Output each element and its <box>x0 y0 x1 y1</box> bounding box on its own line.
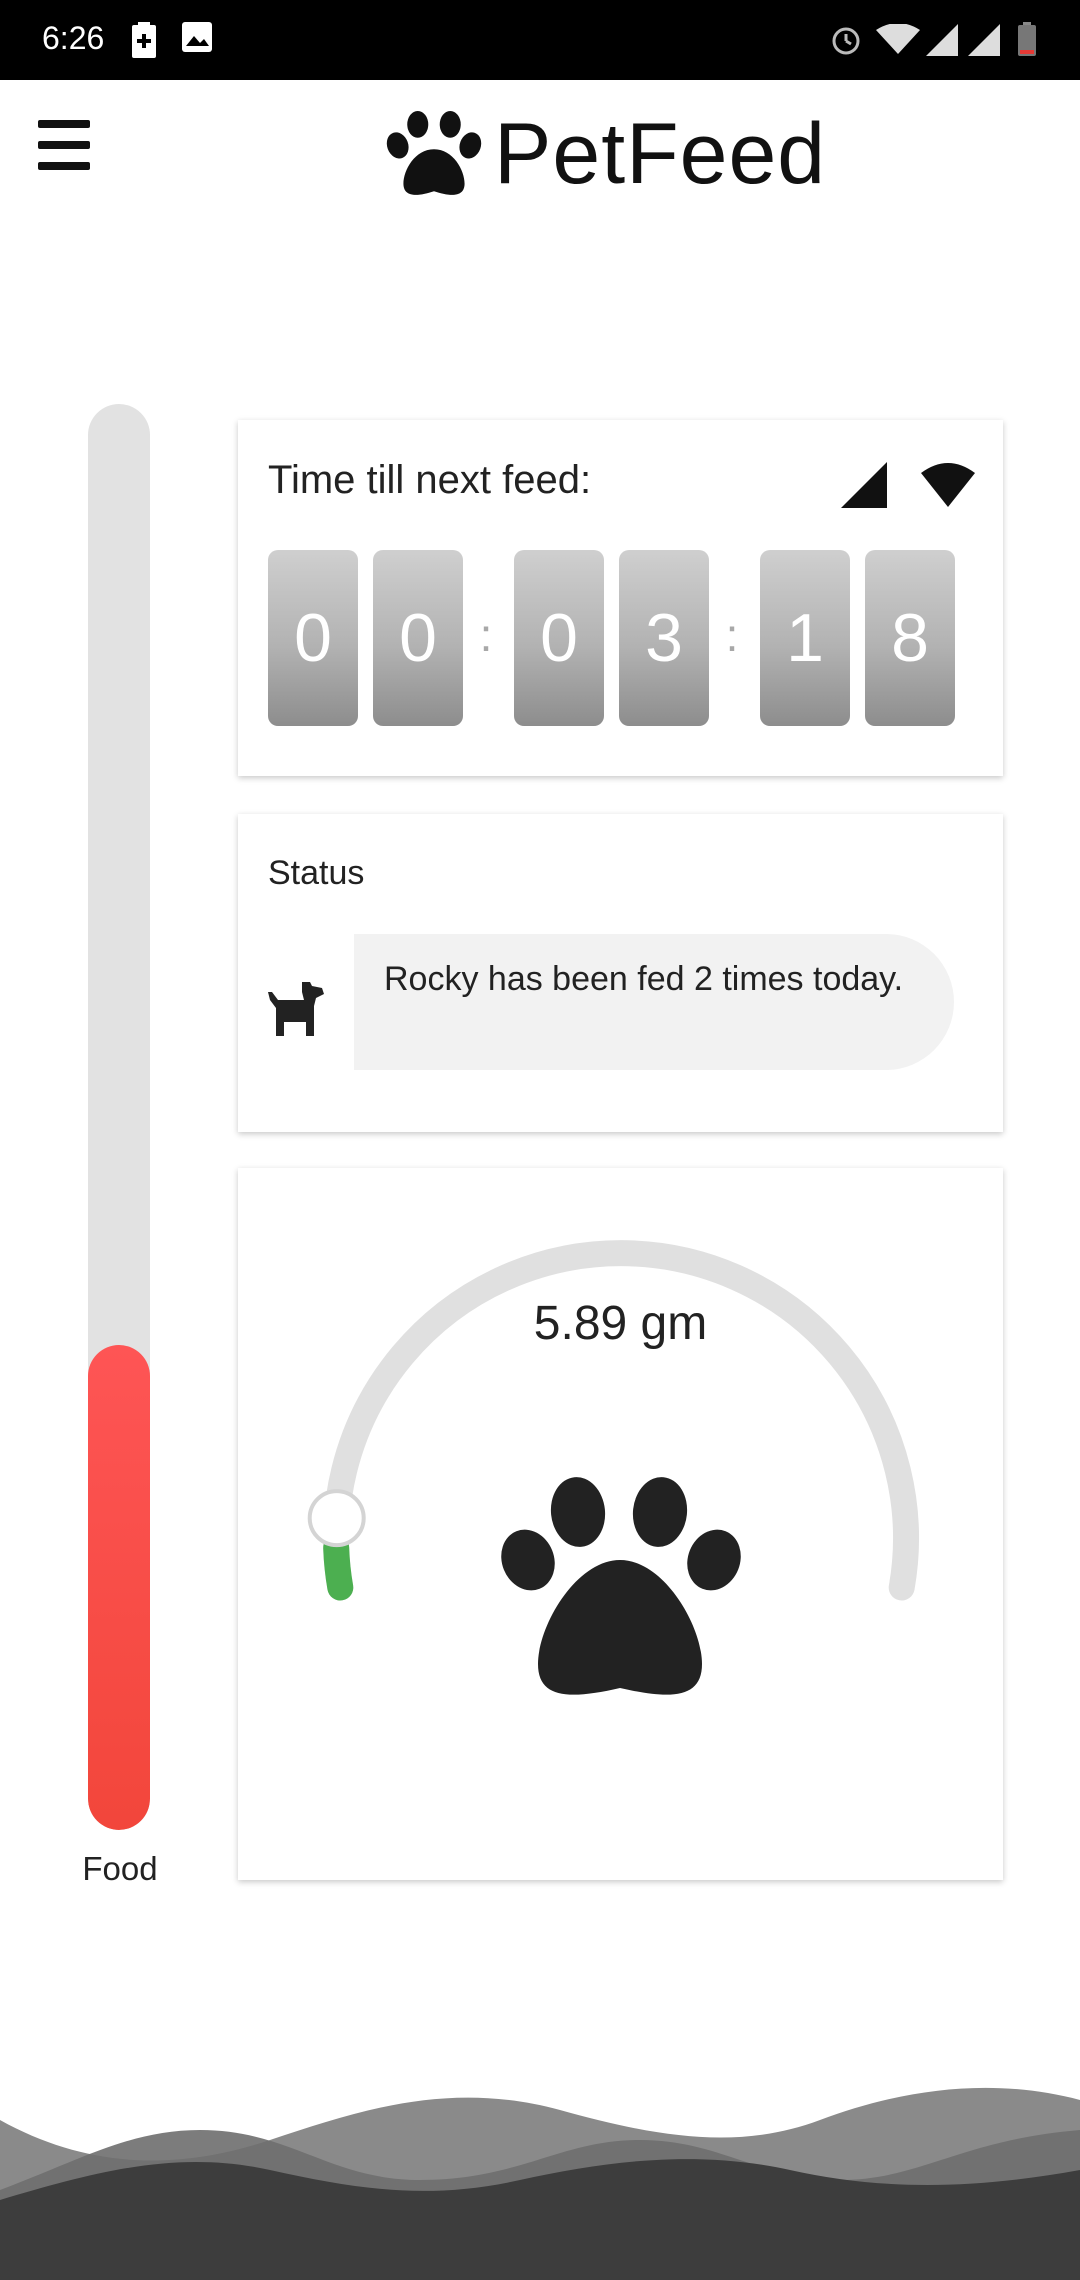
signal-icon <box>841 462 887 508</box>
signal-icon <box>968 24 1000 56</box>
system-status-bar: 6:26 <box>0 0 1080 80</box>
gauge-value: 5.89 gm <box>533 1297 708 1350</box>
timer-label: Time till next feed: <box>268 458 592 502</box>
next-feed-timer-card: Time till next feed: 0 0 : 0 3 : 1 8 <box>238 420 1003 776</box>
status-time: 6:26 <box>42 20 105 56</box>
hamburger-menu-icon[interactable] <box>38 120 94 170</box>
decorative-waves <box>0 2087 1080 2280</box>
food-level-bar <box>88 404 150 1830</box>
status-message: Rocky has been fed 2 times today. <box>354 934 954 1070</box>
timer-digit: 3 <box>619 550 709 726</box>
signal-icon <box>926 24 958 56</box>
connection-icons <box>841 462 975 508</box>
battery-low-icon <box>1018 22 1036 56</box>
app-header: PetFeed <box>0 80 1080 220</box>
dog-icon <box>268 982 324 1036</box>
status-card: Status Rocky has been fed 2 times today. <box>238 814 1003 1132</box>
paw-icon <box>386 111 482 195</box>
status-title: Status <box>268 854 365 892</box>
gauge-fill <box>323 1534 354 1601</box>
timer-digit: 0 <box>373 550 463 726</box>
timer-digit: 0 <box>514 550 604 726</box>
timer-digit: 1 <box>760 550 850 726</box>
gauge-knob[interactable] <box>307 1489 366 1548</box>
brand: PetFeed <box>386 104 826 204</box>
paw-icon <box>501 1477 741 1695</box>
wifi-icon <box>921 463 975 507</box>
image-icon <box>182 22 212 52</box>
wifi-icon <box>876 24 920 54</box>
food-level-fill <box>88 1345 150 1830</box>
timer-digit: 0 <box>268 550 358 726</box>
timer-separator: : <box>479 609 493 661</box>
alarm-icon <box>832 27 860 55</box>
food-dispensed-gauge-card: 5.89 gm <box>238 1168 1003 1880</box>
timer-digit: 8 <box>865 550 955 726</box>
battery-saver-icon <box>132 22 156 58</box>
app-title: PetFeed <box>494 105 827 202</box>
timer-separator: : <box>725 609 739 661</box>
food-level-label: Food <box>82 1850 158 1887</box>
